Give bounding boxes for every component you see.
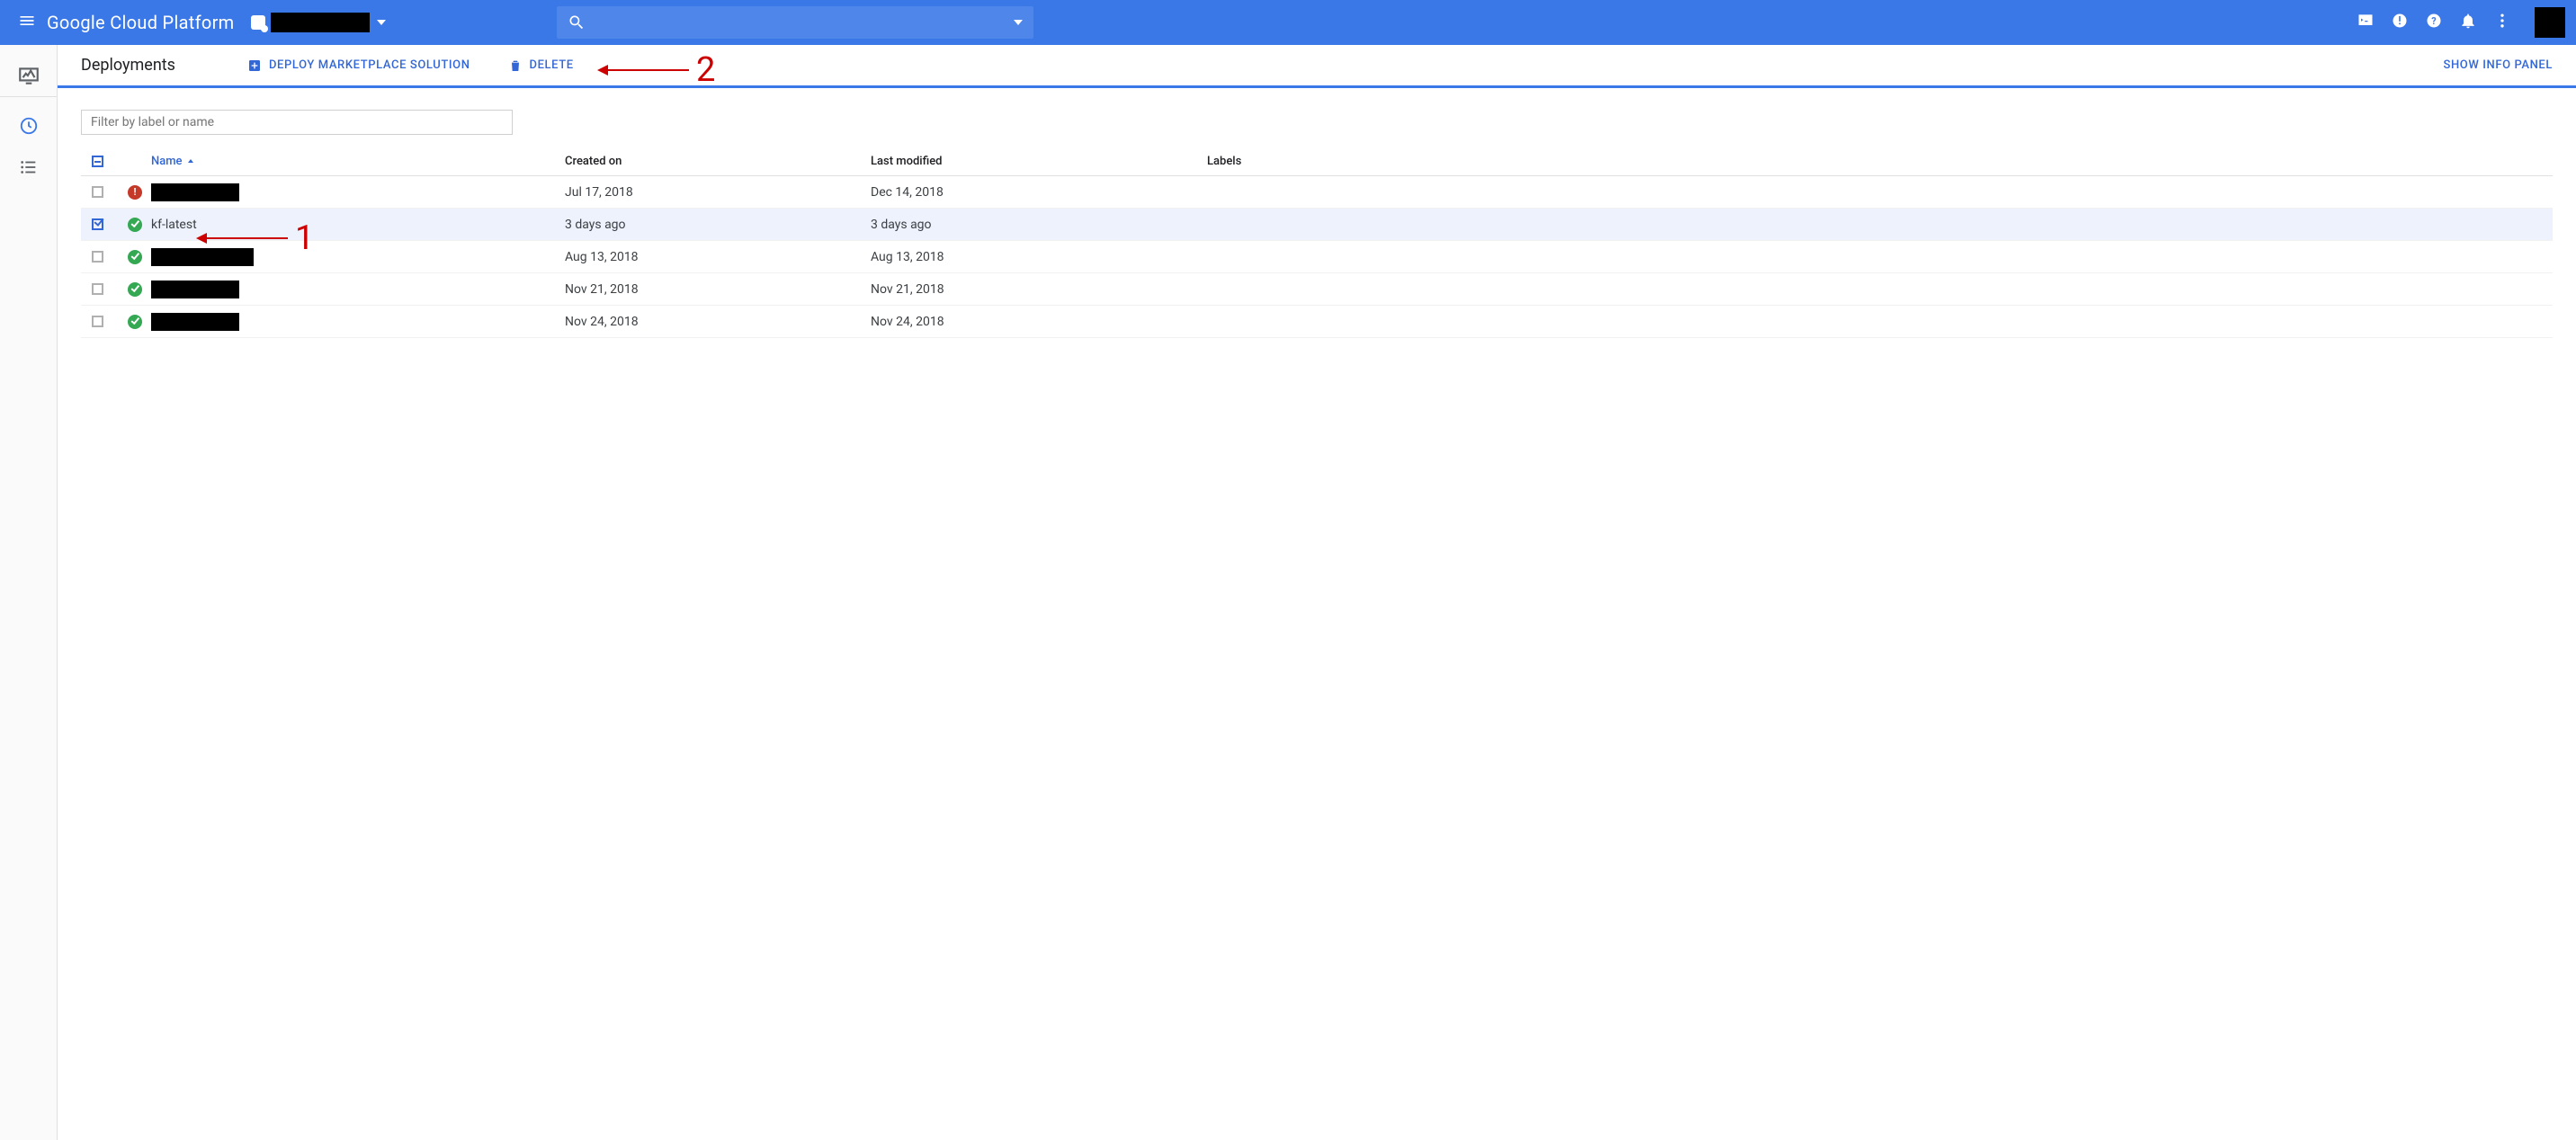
column-name-sort[interactable]: Name	[151, 155, 195, 168]
show-info-panel-button[interactable]: SHOW INFO PANEL	[2443, 58, 2553, 72]
delete-button[interactable]: DELETE	[508, 58, 574, 73]
more-icon[interactable]	[2493, 12, 2511, 33]
search-icon	[568, 13, 586, 31]
alert-icon[interactable]	[2391, 12, 2409, 33]
top-icon-bar: ?	[2357, 7, 2565, 38]
account-avatar-redacted[interactable]	[2535, 7, 2565, 38]
delete-label: DELETE	[530, 58, 574, 72]
search-input[interactable]	[557, 6, 1033, 39]
table-row[interactable]: Aug 13, 2018Aug 13, 2018	[81, 241, 2553, 273]
rail-section-icon[interactable]	[0, 54, 58, 97]
toolbar: Deployments DEPLOY MARKETPLACE SOLUTION …	[58, 45, 2576, 88]
row-name[interactable]	[151, 183, 565, 201]
table-row[interactable]: Nov 21, 2018Nov 21, 2018	[81, 273, 2553, 306]
help-icon[interactable]: ?	[2425, 12, 2443, 33]
brand-label: Google Cloud Platform	[47, 12, 235, 33]
content-area: Deployments DEPLOY MARKETPLACE SOLUTION …	[58, 45, 2576, 1140]
row-checkbox[interactable]	[92, 283, 103, 295]
table-row[interactable]: Nov 24, 2018Nov 24, 2018	[81, 306, 2553, 338]
top-appbar: Google Cloud Platform ?	[0, 0, 2576, 45]
row-name-redacted	[151, 248, 254, 266]
row-name[interactable]	[151, 313, 565, 331]
project-name-redacted	[271, 13, 370, 32]
row-checkbox[interactable]	[92, 218, 103, 230]
row-name-redacted	[151, 313, 239, 331]
svg-text:?: ?	[2431, 15, 2436, 27]
status-ok-icon	[128, 250, 142, 264]
status-error-icon	[128, 185, 142, 200]
row-created: 3 days ago	[565, 218, 871, 232]
row-name-redacted	[151, 281, 239, 298]
column-created-label: Created on	[565, 155, 871, 168]
cloud-shell-icon[interactable]	[2357, 12, 2375, 33]
deploy-marketplace-button[interactable]: DEPLOY MARKETPLACE SOLUTION	[247, 58, 470, 73]
row-checkbox[interactable]	[92, 186, 103, 198]
rail-list-icon[interactable]	[0, 149, 58, 185]
row-created: Nov 21, 2018	[565, 282, 871, 297]
header-checkbox-partial[interactable]	[92, 156, 103, 167]
trash-icon	[508, 58, 523, 73]
row-modified: Nov 24, 2018	[871, 315, 1207, 329]
column-labels-label: Labels	[1207, 155, 2542, 168]
page-title: Deployments	[81, 56, 175, 75]
row-modified: Aug 13, 2018	[871, 250, 1207, 264]
left-rail	[0, 45, 58, 1140]
row-created: Nov 24, 2018	[565, 315, 871, 329]
project-picker[interactable]	[251, 13, 386, 32]
row-name[interactable]	[151, 248, 565, 266]
search-caret-icon	[1014, 20, 1023, 25]
menu-icon[interactable]	[11, 4, 43, 40]
row-name-redacted	[151, 183, 239, 201]
row-name[interactable]	[151, 281, 565, 298]
row-created: Aug 13, 2018	[565, 250, 871, 264]
row-modified: Dec 14, 2018	[871, 185, 1207, 200]
plus-icon	[247, 58, 262, 73]
table-row[interactable]: kf-latest3 days ago3 days ago	[81, 209, 2553, 241]
status-ok-icon	[128, 315, 142, 329]
column-modified-label: Last modified	[871, 155, 1207, 168]
row-modified: Nov 21, 2018	[871, 282, 1207, 297]
status-ok-icon	[128, 282, 142, 297]
sort-ascending-icon	[186, 157, 195, 166]
rail-deployments-icon[interactable]	[0, 108, 58, 144]
table-row[interactable]: Jul 17, 2018Dec 14, 2018	[81, 176, 2553, 209]
row-modified: 3 days ago	[871, 218, 1207, 232]
row-checkbox[interactable]	[92, 251, 103, 263]
project-icon	[251, 15, 265, 30]
notifications-icon[interactable]	[2459, 12, 2477, 33]
row-name[interactable]: kf-latest	[151, 218, 565, 232]
row-created: Jul 17, 2018	[565, 185, 871, 200]
filter-input[interactable]	[81, 110, 513, 135]
status-ok-icon	[128, 218, 142, 232]
deploy-label: DEPLOY MARKETPLACE SOLUTION	[269, 58, 470, 72]
row-checkbox[interactable]	[92, 316, 103, 327]
column-name-label: Name	[151, 155, 183, 168]
caret-down-icon	[377, 20, 386, 25]
deployments-table: Name Created on Last modified Labels Jul…	[81, 147, 2553, 338]
table-header: Name Created on Last modified Labels	[81, 147, 2553, 176]
